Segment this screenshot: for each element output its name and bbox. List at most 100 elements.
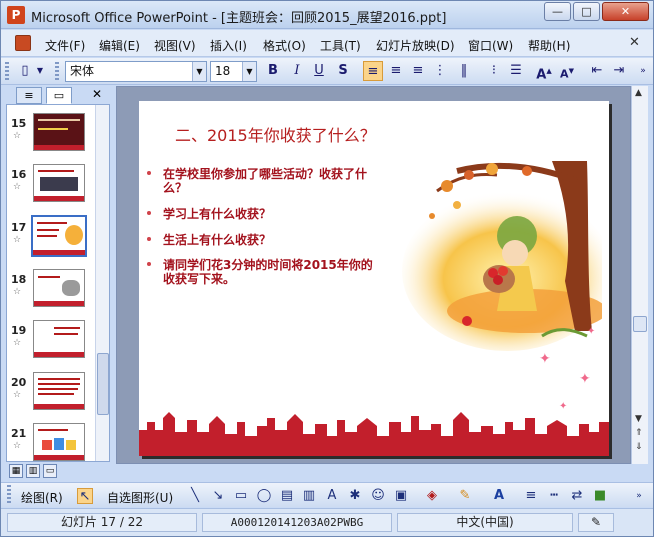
scrollbar-thumb[interactable]: [97, 353, 109, 415]
menu-help[interactable]: 帮助(H): [528, 37, 570, 54]
bullet-text: 生活上有什么收获？: [163, 233, 272, 247]
line-style-icon[interactable]: ≡: [523, 488, 539, 504]
close-document-icon[interactable]: ✕: [629, 35, 640, 50]
arrow-style-icon[interactable]: ⇄: [569, 488, 585, 504]
numbering-button[interactable]: ⁝: [484, 61, 504, 81]
fill-color-icon[interactable]: ◈: [424, 488, 440, 504]
slide-number: 19: [11, 324, 27, 337]
align-center-button[interactable]: ≡: [386, 61, 406, 81]
slides-pane-scrollbar[interactable]: [95, 105, 109, 461]
autumn-girl-illustration[interactable]: [397, 161, 602, 351]
rectangle-tool-icon[interactable]: ▭: [233, 488, 249, 504]
chevron-down-icon[interactable]: ▼: [242, 62, 256, 81]
current-slide[interactable]: 二、2015年你收获了什么？ 在学校里你参加了哪些活动？收获了什么？ 学习上有什…: [139, 101, 609, 456]
increase-font-button[interactable]: A▲: [534, 61, 554, 82]
toolbar-grip[interactable]: [5, 62, 9, 82]
align-left-button[interactable]: ≡: [363, 61, 383, 81]
wordart-icon[interactable]: A: [324, 488, 340, 504]
menu-view[interactable]: 视图(V): [154, 37, 196, 54]
scrollbar-thumb[interactable]: [633, 316, 647, 332]
bold-button[interactable]: B: [263, 61, 283, 81]
vertical-textbox-icon[interactable]: ▥: [301, 488, 317, 504]
slide-thumbnail-18[interactable]: 18 ☆: [7, 269, 95, 317]
toolbar-grip[interactable]: [55, 62, 59, 82]
vertical-text-button[interactable]: ‖: [454, 61, 474, 81]
next-slide-icon[interactable]: ⇓: [635, 442, 643, 452]
chevron-down-icon[interactable]: ▼: [192, 62, 206, 81]
clipart-icon[interactable]: ☺: [370, 488, 386, 504]
maximize-button[interactable]: □: [573, 2, 600, 21]
thumbnail-image: [33, 164, 85, 202]
menu-slideshow[interactable]: 幻灯片放映(D): [376, 37, 455, 54]
oval-tool-icon[interactable]: ◯: [256, 488, 272, 504]
toolbar-grip[interactable]: [7, 485, 11, 505]
slide-thumbnail-19[interactable]: 19 ☆: [7, 320, 95, 368]
bullet-item[interactable]: 生活上有什么收获？: [147, 233, 367, 249]
menu-insert[interactable]: 插入(I): [210, 37, 247, 54]
window-title: Microsoft Office PowerPoint - [主题班会：回顾20…: [31, 11, 447, 26]
font-size-combo[interactable]: 18 ▼: [210, 61, 257, 82]
powerpoint-app-icon[interactable]: P: [7, 6, 25, 24]
diagram-icon[interactable]: ✱: [347, 488, 363, 504]
decrease-indent-button[interactable]: ⇤: [587, 61, 607, 81]
slide-title[interactable]: 二、2015年你收获了什么？: [175, 122, 376, 146]
scroll-down-icon[interactable]: ▼: [635, 414, 642, 424]
bullet-item[interactable]: 学习上有什么收获？: [147, 207, 367, 223]
close-pane-icon[interactable]: ✕: [92, 87, 102, 101]
menu-edit[interactable]: 编辑(E): [99, 37, 140, 54]
shadow-style-icon[interactable]: ■: [592, 488, 608, 504]
slide-scrollbar[interactable]: ▲ ▼ ⇑ ⇓: [631, 86, 648, 464]
bullet-item[interactable]: 在学校里你参加了哪些活动？收获了什么？: [147, 167, 367, 197]
drawing-toolbar: 绘图(R) ↖ 自选图形(U) ╲ ↘ ▭ ◯ ▤ ▥ A ✱ ☺ ▣ ◈ ✎ …: [1, 482, 653, 507]
font-name-combo[interactable]: 宋体 ▼: [65, 61, 207, 82]
toolbar-options-arrow-icon[interactable]: »: [633, 61, 653, 81]
slides-pane: ≡ ▭ ✕ 15 ☆ 16 ☆ 17 ☆ 18 ☆ 19 ☆ 20 ☆ 21 ☆: [6, 86, 110, 464]
menu-window[interactable]: 窗口(W): [468, 37, 513, 54]
previous-slide-icon[interactable]: ⇑: [635, 428, 643, 438]
slideshow-view-button[interactable]: ▭: [43, 464, 57, 478]
application-window: P Microsoft Office PowerPoint - [主题班会：回顾…: [0, 0, 654, 537]
minimize-button[interactable]: —: [544, 2, 571, 21]
distribute-button[interactable]: ⋮: [430, 61, 450, 81]
font-color-icon[interactable]: A: [491, 488, 507, 504]
slide-thumbnail-15[interactable]: 15 ☆: [7, 113, 95, 161]
draw-menu-button[interactable]: 绘图(R): [21, 489, 63, 506]
menu-format[interactable]: 格式(O): [263, 37, 306, 54]
document-icon[interactable]: [15, 35, 31, 51]
italic-button[interactable]: I: [287, 61, 307, 81]
slide-thumbnail-20[interactable]: 20 ☆: [7, 372, 95, 420]
menu-file[interactable]: 文件(F): [45, 37, 85, 54]
decrease-font-button[interactable]: A▼: [557, 61, 577, 81]
autoshapes-menu-button[interactable]: 自选图形(U): [107, 489, 173, 506]
toolbar-options-arrow-icon[interactable]: ▼: [35, 61, 45, 81]
close-button[interactable]: ✕: [602, 2, 649, 21]
slide-thumbnail-17[interactable]: 17 ☆: [7, 215, 95, 265]
spell-check-icon[interactable]: ✎: [578, 513, 614, 532]
toolbar-options-arrow-icon[interactable]: »: [631, 488, 647, 504]
scroll-up-icon[interactable]: ▲: [635, 88, 642, 98]
bullets-button[interactable]: ☰: [506, 61, 526, 81]
dash-style-icon[interactable]: ┅: [546, 488, 562, 504]
textbox-tool-icon[interactable]: ▤: [279, 488, 295, 504]
slide-sorter-view-button[interactable]: ▥: [26, 464, 40, 478]
align-right-button[interactable]: ≡: [408, 61, 428, 81]
tab-outline[interactable]: ≡: [16, 87, 42, 104]
shadow-button[interactable]: S: [333, 61, 353, 81]
slide-thumbnail-16[interactable]: 16 ☆: [7, 164, 95, 212]
menu-tools[interactable]: 工具(T): [320, 37, 361, 54]
bullet-item[interactable]: 请同学们花3分钟的时间将2015年你的收获写下来。: [147, 258, 373, 288]
slide-thumbnail-21[interactable]: 21 ☆: [7, 423, 95, 461]
increase-indent-button[interactable]: ⇥: [609, 61, 629, 81]
select-pointer-icon[interactable]: ↖: [77, 488, 93, 504]
normal-view-button[interactable]: ▦: [9, 464, 23, 478]
line-color-icon[interactable]: ✎: [457, 488, 473, 504]
line-tool-icon[interactable]: ╲: [187, 488, 203, 504]
red-skyline-decoration: [139, 412, 609, 456]
underline-button[interactable]: U: [309, 61, 329, 81]
slide-number: 18: [11, 273, 27, 286]
slide-number: 16: [11, 168, 27, 181]
insert-picture-icon[interactable]: ▣: [393, 488, 409, 504]
tab-slides[interactable]: ▭: [46, 87, 72, 104]
arrow-tool-icon[interactable]: ↘: [210, 488, 226, 504]
new-document-icon[interactable]: ▯: [15, 61, 35, 81]
